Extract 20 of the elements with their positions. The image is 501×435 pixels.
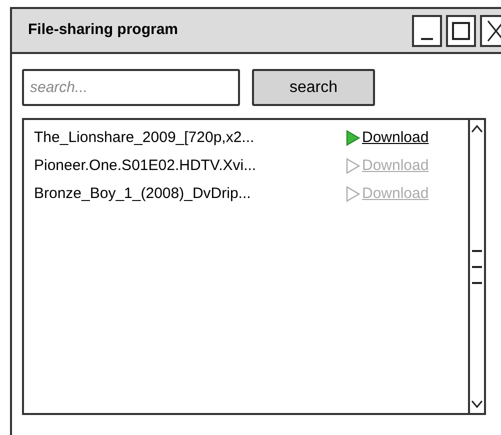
scroll-up-icon[interactable]	[471, 124, 483, 134]
search-button[interactable]: search	[252, 69, 375, 106]
play-icon	[346, 186, 360, 202]
window-title: File-sharing program	[28, 20, 178, 40]
maximize-button[interactable]	[446, 14, 476, 46]
minimize-button[interactable]	[412, 14, 442, 46]
play-icon	[346, 130, 360, 146]
file-name: Pioneer.One.S01E02.HDTV.Xvi...	[34, 156, 258, 176]
scrollbar[interactable]	[468, 120, 484, 413]
play-icon	[346, 158, 360, 174]
download-link[interactable]: Download	[346, 126, 429, 150]
minimize-icon	[421, 38, 433, 40]
file-name: The_Lionshare_2009_[720p,x2...	[34, 128, 256, 148]
grip-icon[interactable]	[471, 248, 483, 284]
maximize-icon	[452, 22, 470, 40]
close-icon	[486, 20, 501, 42]
file-name: Bronze_Boy_1_(2008)_DvDrip...	[34, 184, 252, 204]
scroll-down-icon[interactable]	[471, 399, 483, 409]
search-field[interactable]: search...	[22, 69, 240, 106]
close-button[interactable]	[480, 14, 501, 46]
